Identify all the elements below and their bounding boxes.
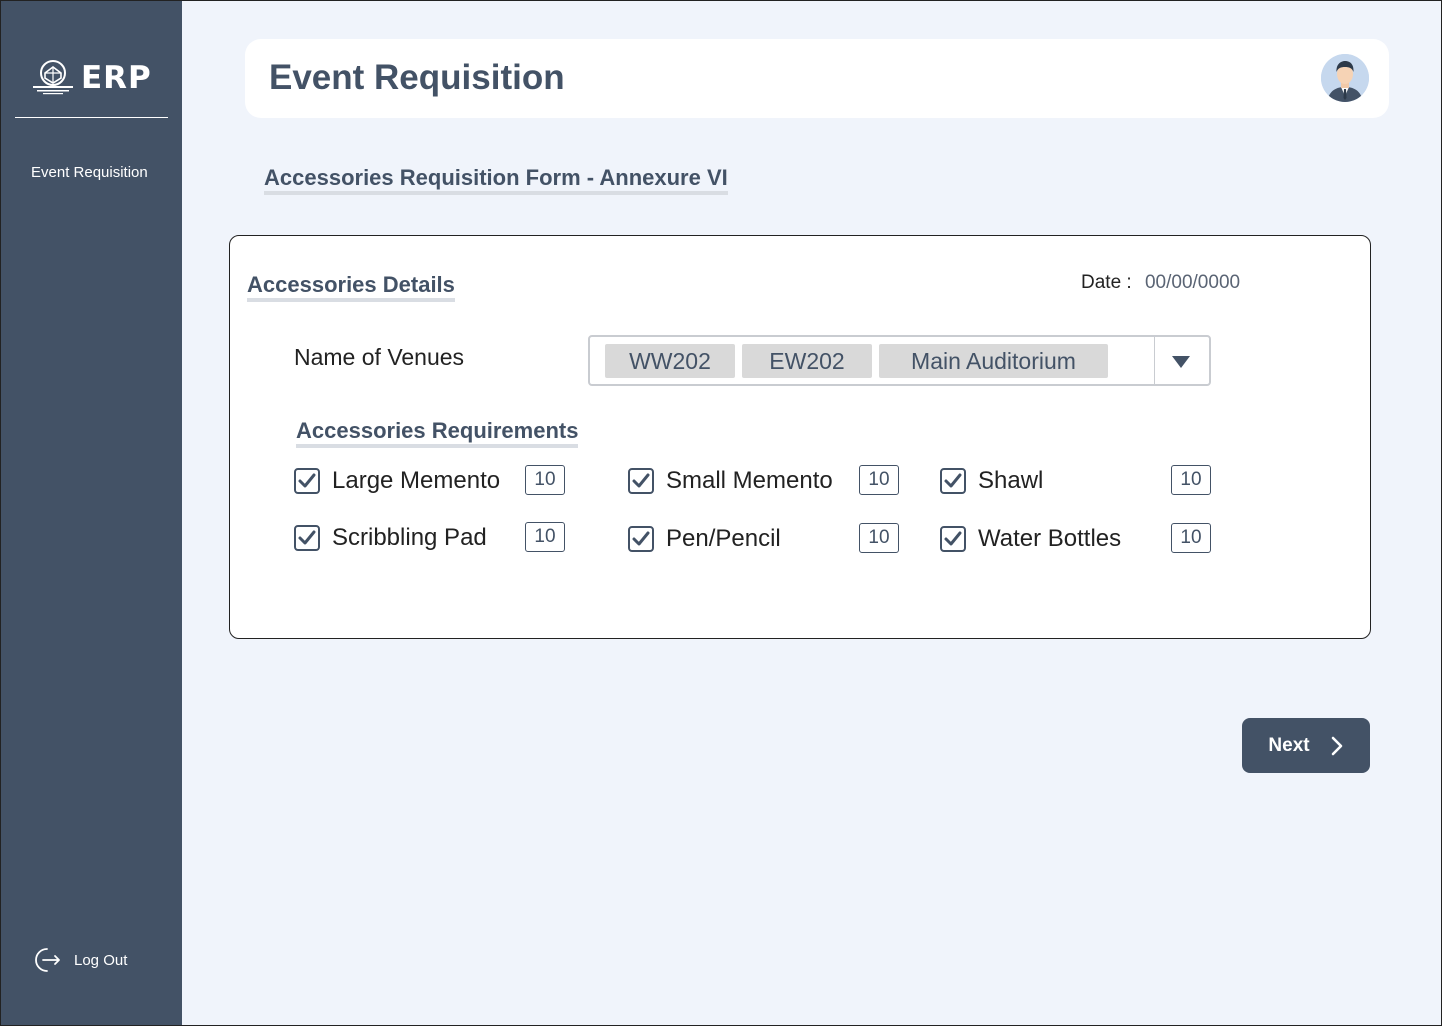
venues-label: Name of Venues <box>294 344 465 370</box>
shawl-checkbox[interactable] <box>940 468 966 494</box>
scribbling-pad-label: Scribbling Pad <box>332 524 487 551</box>
accessory-item-shawl: Shawl <box>940 467 1043 495</box>
sidebar-item-event-requisition[interactable]: Event Requisition <box>31 164 148 181</box>
venues-multiselect[interactable]: WW202 EW202 Main Auditorium <box>588 335 1211 386</box>
venue-chip[interactable]: Main Auditorium <box>879 344 1108 378</box>
date-display: Date : 00/00/0000 <box>1081 272 1240 294</box>
scribbling-pad-quantity[interactable]: 10 <box>525 522 565 552</box>
next-label: Next <box>1268 734 1310 756</box>
large-memento-checkbox[interactable] <box>294 468 320 494</box>
pen-pencil-label: Pen/Pencil <box>666 525 781 552</box>
large-memento-label: Large Memento <box>332 467 501 494</box>
section-title: Accessories Details <box>247 272 455 302</box>
small-memento-checkbox[interactable] <box>628 468 654 494</box>
requirements-title: Accessories Requirements <box>296 418 579 448</box>
checkmark-icon <box>944 531 962 546</box>
accessory-item-small-memento: Small Memento <box>628 467 833 495</box>
sidebar-divider <box>15 117 168 118</box>
accessories-details-card: Accessories Details Date : 00/00/0000 Na… <box>229 235 1371 639</box>
pen-pencil-checkbox[interactable] <box>628 526 654 552</box>
logout-button[interactable]: Log Out <box>31 945 127 975</box>
small-memento-quantity[interactable]: 10 <box>859 465 899 495</box>
water-bottles-quantity[interactable]: 10 <box>1171 523 1211 553</box>
shawl-label: Shawl <box>978 467 1044 494</box>
accessory-item-scribbling-pad: Scribbling Pad <box>294 524 487 552</box>
erp-logo[interactable]: ERP <box>31 59 152 97</box>
chevron-right-icon <box>1331 736 1342 755</box>
date-label: Date : <box>1081 272 1132 293</box>
shawl-quantity[interactable]: 10 <box>1171 465 1211 495</box>
accessory-item-large-memento: Large Memento <box>294 467 500 495</box>
user-avatar-icon[interactable] <box>1321 54 1369 102</box>
accessory-item-pen-pencil: Pen/Pencil <box>628 525 781 553</box>
checkmark-icon <box>944 473 962 488</box>
scribbling-pad-checkbox[interactable] <box>294 525 320 551</box>
checkmark-icon <box>632 531 650 546</box>
accessory-item-water-bottles: Water Bottles <box>940 525 1121 553</box>
logout-label: Log Out <box>74 951 128 969</box>
large-memento-quantity[interactable]: 10 <box>525 465 565 495</box>
venue-chip[interactable]: EW202 <box>742 344 872 378</box>
checkmark-icon <box>632 473 650 488</box>
pen-pencil-quantity[interactable]: 10 <box>859 523 899 553</box>
next-button[interactable]: Next <box>1242 718 1370 773</box>
dropdown-arrow-icon[interactable] <box>1167 351 1195 371</box>
page-title: Event Requisition <box>269 58 565 97</box>
water-bottles-checkbox[interactable] <box>940 526 966 552</box>
checkmark-icon <box>298 530 316 545</box>
page-header: Event Requisition <box>245 39 1389 118</box>
select-divider <box>1154 337 1155 384</box>
small-memento-label: Small Memento <box>666 467 833 494</box>
form-title: Accessories Requisition Form - Annexure … <box>264 165 728 195</box>
sidebar: ERP Event Requisition Log Out <box>1 1 182 1025</box>
water-bottles-label: Water Bottles <box>978 525 1122 552</box>
logo-text: ERP <box>81 60 152 96</box>
logout-icon <box>35 948 60 972</box>
venue-chip[interactable]: WW202 <box>605 344 735 378</box>
date-value: 00/00/0000 <box>1144 272 1241 293</box>
checkmark-icon <box>298 473 316 488</box>
institute-emblem-icon <box>33 60 73 95</box>
